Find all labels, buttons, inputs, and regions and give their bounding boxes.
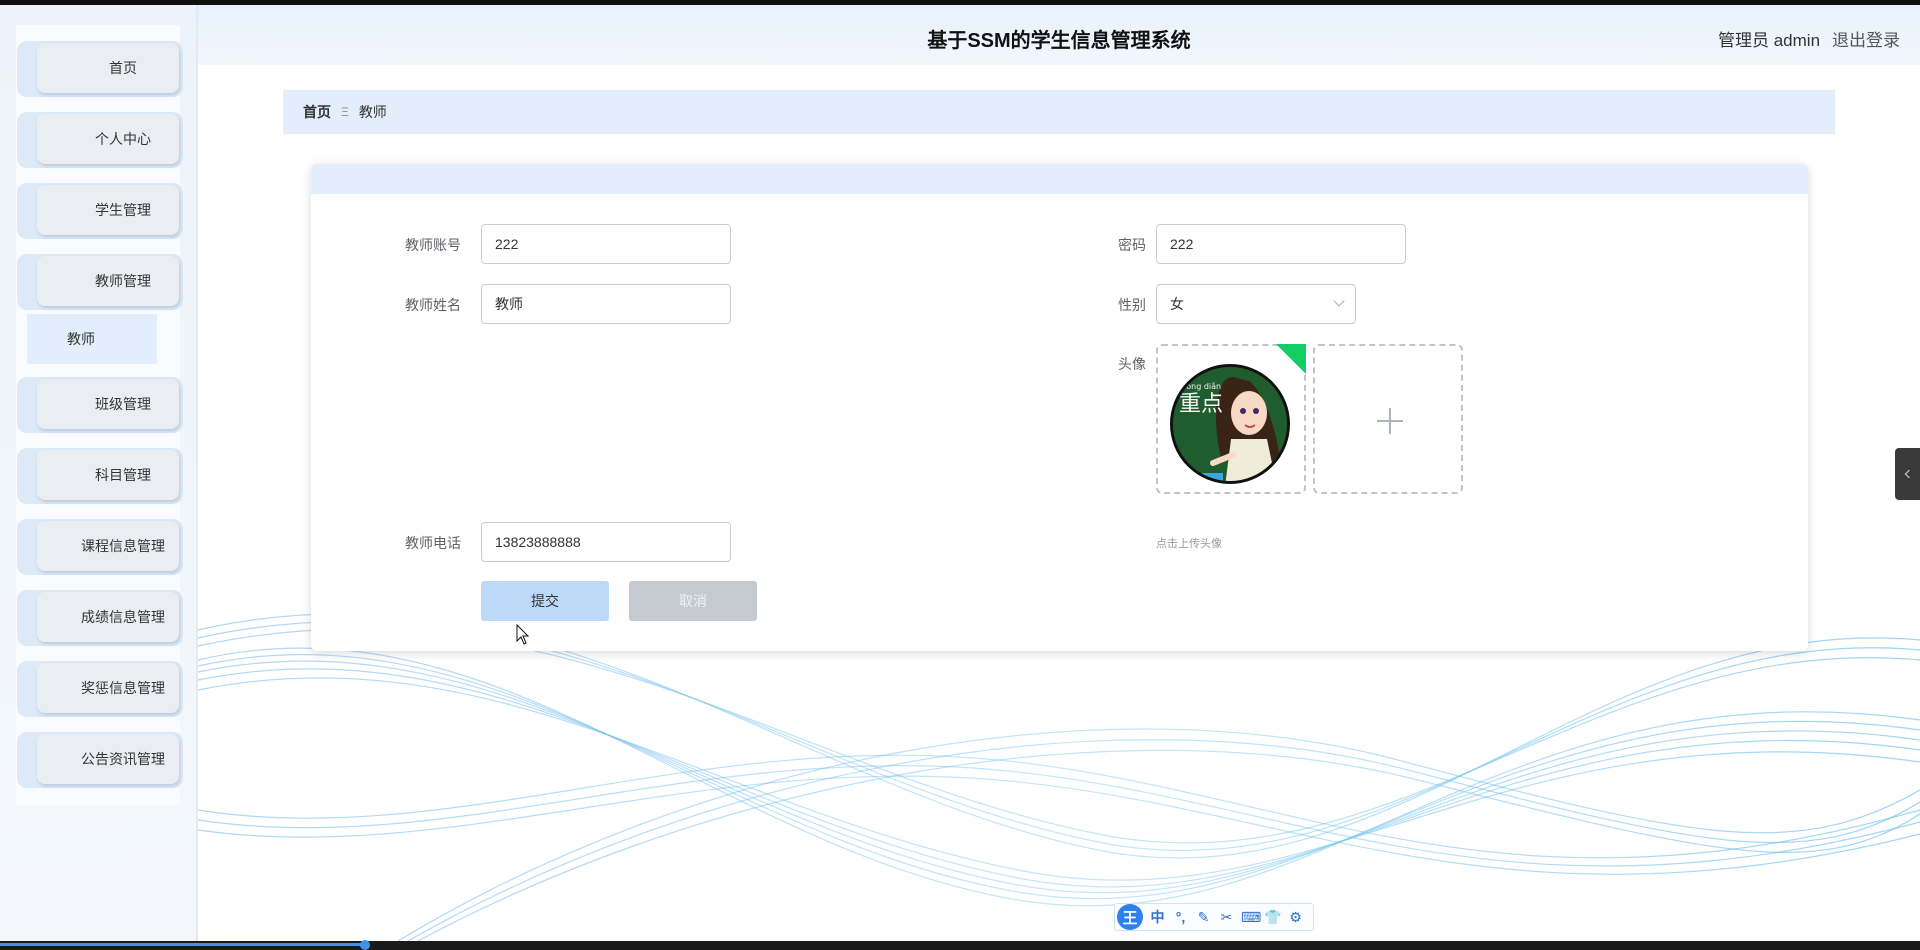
name-label: 教师姓名 <box>405 297 461 313</box>
avatar-upload-button[interactable] <box>1313 344 1463 494</box>
avatar-image: 重点 zhòng diǎn <box>1170 364 1290 484</box>
teacher-form-card: 教师账号 222 密码 222 教师姓名 教师 性别 女 头像 重点 zhòng… <box>311 164 1808 651</box>
breadcrumb: 首页 Ξ 教师 <box>283 90 1835 134</box>
chevron-down-icon <box>1333 295 1345 307</box>
sidebar-item-label: 个人中心 <box>37 114 179 164</box>
sidebar: 首页 个人中心 学生管理 教师管理 教师 班级管理 科目管理 课程信息管理 成绩… <box>0 5 198 941</box>
submit-button[interactable]: 提交 <box>481 581 609 621</box>
password-label: 密码 <box>1118 237 1146 253</box>
upload-success-badge <box>1276 344 1306 374</box>
card-header <box>311 164 1808 194</box>
name-input[interactable]: 教师 <box>481 284 731 324</box>
cancel-button[interactable]: 取消 <box>629 581 757 621</box>
side-panel-toggle[interactable] <box>1895 448 1920 500</box>
breadcrumb-current: 教师 <box>358 104 387 120</box>
ime-keyboard-icon[interactable]: ⌨ <box>1241 909 1261 926</box>
ime-chinese-mode[interactable]: 中 <box>1149 907 1166 927</box>
plus-icon-stroke <box>1389 408 1391 434</box>
sidebar-item-announcements[interactable]: 公告资讯管理 <box>17 732 183 788</box>
password-input[interactable]: 222 <box>1156 224 1406 264</box>
sidebar-item-label: 奖惩信息管理 <box>37 663 179 713</box>
avatar-upload-hint: 点击上传头像 <box>1156 538 1222 550</box>
ime-skin-icon[interactable]: 👕 <box>1264 909 1281 926</box>
phone-label: 教师电话 <box>405 535 461 551</box>
sidebar-item-label: 学生管理 <box>37 185 179 235</box>
sidebar-item-rewards[interactable]: 奖惩信息管理 <box>17 661 183 717</box>
avatar-overlay-pinyin: zhòng diǎn <box>1177 381 1221 391</box>
sidebar-subitem-teacher[interactable]: 教师 <box>27 314 157 364</box>
ime-handwrite-icon[interactable]: ✎ <box>1195 909 1212 926</box>
mouse-cursor-icon <box>516 624 530 645</box>
gender-select-value: 女 <box>1170 296 1184 312</box>
sidebar-item-label: 首页 <box>37 43 179 93</box>
sidebar-item-label: 班级管理 <box>37 379 179 429</box>
ime-logo-icon[interactable]: 王 <box>1117 904 1143 930</box>
ime-punctuation-icon[interactable]: °, <box>1172 909 1189 925</box>
sidebar-item-profile[interactable]: 个人中心 <box>17 112 183 168</box>
sidebar-item-label: 课程信息管理 <box>37 521 179 571</box>
account-input[interactable]: 222 <box>481 224 731 264</box>
header: 基于SSM的学生信息管理系统 管理员 admin 退出登录 <box>198 5 1920 65</box>
page-title: 基于SSM的学生信息管理系统 <box>927 30 1191 52</box>
avatar-illustration: 重点 zhòng diǎn <box>1173 367 1287 481</box>
breadcrumb-home[interactable]: 首页 <box>303 102 331 122</box>
gender-select[interactable]: 女 <box>1156 284 1356 324</box>
current-user-label: 管理员 admin <box>1718 31 1821 50</box>
video-progress-handle[interactable] <box>360 940 370 950</box>
ime-toolbar: 王 中 °, ✎ ✂ ⌨ 👕 ⚙ <box>1114 903 1314 931</box>
sidebar-item-home[interactable]: 首页 <box>17 41 183 97</box>
sidebar-item-label: 科目管理 <box>37 450 179 500</box>
ime-settings-icon[interactable]: ⚙ <box>1287 909 1304 926</box>
account-label: 教师账号 <box>405 237 461 253</box>
sidebar-item-label: 教师管理 <box>37 256 179 306</box>
avatar-overlay-text: 重点 <box>1179 392 1223 417</box>
ime-screenshot-icon[interactable]: ✂ <box>1218 909 1235 926</box>
phone-input[interactable]: 13823888888 <box>481 522 731 562</box>
logout-link[interactable]: 退出登录 <box>1832 26 1900 51</box>
avatar-preview[interactable]: 重点 zhòng diǎn <box>1156 344 1306 494</box>
sidebar-item-subjects[interactable]: 科目管理 <box>17 448 183 504</box>
chevron-left-icon <box>1904 469 1914 479</box>
sidebar-item-students[interactable]: 学生管理 <box>17 183 183 239</box>
sidebar-item-label: 成绩信息管理 <box>37 592 179 642</box>
sidebar-item-grades[interactable]: 成绩信息管理 <box>17 590 183 646</box>
sidebar-item-classes[interactable]: 班级管理 <box>17 377 183 433</box>
sidebar-item-teachers[interactable]: 教师管理 <box>17 254 183 310</box>
breadcrumb-separator: Ξ <box>341 105 349 119</box>
sidebar-item-label: 公告资讯管理 <box>37 734 179 784</box>
gender-label: 性别 <box>1118 297 1146 313</box>
avatar-label: 头像 <box>1118 356 1146 372</box>
sidebar-item-courses[interactable]: 课程信息管理 <box>17 519 183 575</box>
video-progress-bar[interactable] <box>0 943 366 946</box>
